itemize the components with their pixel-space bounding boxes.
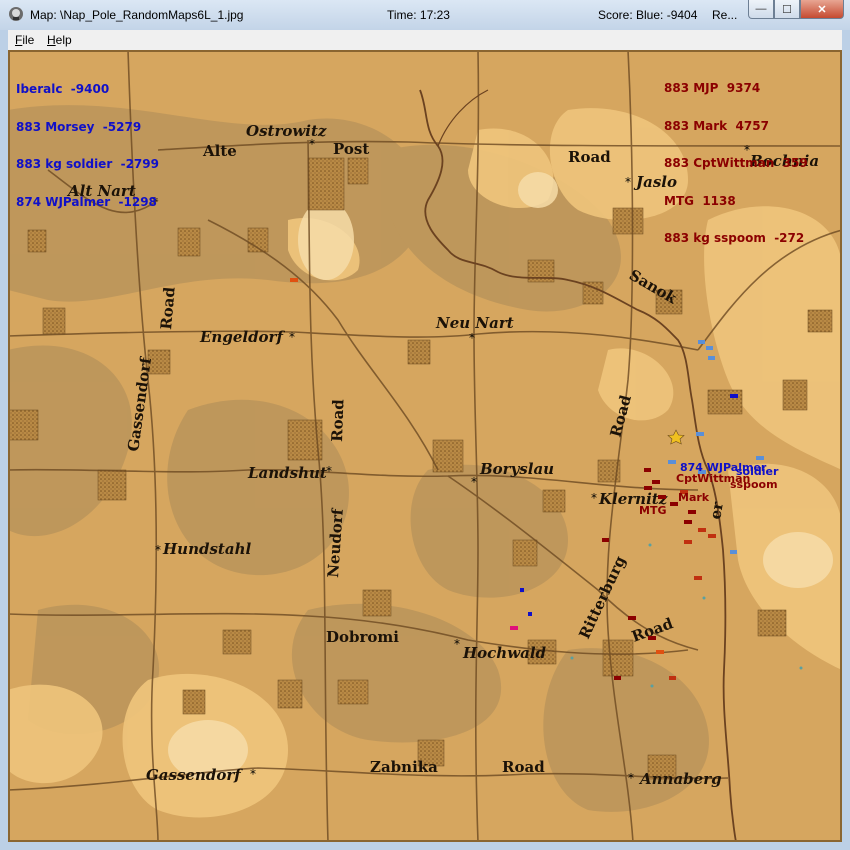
app-window: Map: \Nap_Pole_RandomMaps6L_1.jpg Time: … [0,0,850,850]
red-score-row: 883 CptWittman 359 [664,156,808,170]
unit-marker[interactable] [684,540,692,544]
unit-marker[interactable] [528,612,532,616]
unit-marker[interactable] [648,543,652,547]
title-truncated-text: Re... [712,8,738,22]
title-bar[interactable]: Map: \Nap_Pole_RandomMaps6L_1.jpg Time: … [0,0,850,30]
place-post: Post [333,140,369,158]
unit-marker[interactable] [658,495,666,499]
unit-marker[interactable] [730,550,737,554]
unit-marker[interactable] [644,486,652,490]
menu-file[interactable]: File [15,33,34,47]
place-boryslau: Boryslau [479,460,554,478]
minimize-icon: — [755,3,767,15]
place-hochwald: Hochwald [462,644,547,662]
town-marker-hochwald: * [454,637,460,651]
red-score-row: 883 kg sspoom -272 [664,231,805,245]
blue-score-row: 874 WJPalmer -1298 [16,194,157,209]
unit-marker[interactable] [708,534,716,538]
unit-marker[interactable] [614,676,621,680]
place-alte: Alte [202,142,237,160]
town-marker-boryslau: * [471,475,477,489]
town-marker-annaberg: * [628,771,634,785]
town-marker-landshut: * [326,464,332,478]
town-marker-gassendorf: * [250,767,256,781]
unit-marker[interactable] [696,432,704,436]
unit-marker[interactable] [648,636,656,640]
unit-marker[interactable] [730,394,738,398]
unit-marker[interactable] [570,656,574,660]
unit-marker[interactable] [684,520,692,524]
menu-help-label: elp [55,33,72,47]
unit-marker[interactable] [694,576,702,580]
minimize-button[interactable]: — [748,0,774,19]
unit-marker[interactable] [510,626,518,630]
unit-label: sspoom [730,478,778,491]
menu-file-label: ile [22,33,35,47]
place-road-6: Road [502,758,545,776]
town-marker-hundstahl: * [155,543,161,557]
place-road-1: Road [568,148,611,166]
place-engeldorf: Engeldorf [199,328,285,346]
unit-marker[interactable] [668,460,676,464]
unit-marker[interactable] [628,616,636,620]
blue-score-row: Iberalc -9400 [16,82,110,96]
place-zabnika: Zabnika [370,758,438,776]
unit-marker[interactable] [706,346,713,350]
red-score-row: MTG 1138 [664,193,736,208]
maximize-button[interactable]: ☐ [774,0,800,19]
unit-marker[interactable] [688,510,696,514]
unit-label: MTG [639,504,666,517]
unit-marker[interactable] [708,356,715,360]
unit-marker[interactable] [652,480,660,484]
town-marker-jaslo: * [625,175,631,189]
unit-label: Mark [678,491,710,504]
unit-marker[interactable] [698,528,706,532]
blue-score-row: 883 Morsey -5279 [16,119,142,134]
game-score: Score: Blue: -9404 [598,8,698,22]
unit-marker[interactable] [698,340,705,344]
window-title: Map: \Nap_Pole_RandomMaps6L_1.jpg [30,8,244,22]
place-road-2: Road [157,286,179,331]
app-icon [9,7,23,21]
maximize-icon: ☐ [782,3,792,16]
unit-marker[interactable] [669,676,676,680]
place-dobromi: Dobromi [326,628,399,646]
unit-marker[interactable] [520,588,524,592]
red-team-scoreboard: 883 MJP 9374 883 Mark 4757 883 CptWittma… [664,57,808,270]
menu-bar: File Help [8,30,842,50]
unit-marker[interactable] [756,456,764,460]
red-score-row: 883 MJP 9374 [664,81,761,95]
place-neu-nart: Neu Nart [435,314,514,332]
blue-team-scoreboard: Iberalc -9400 883 Morsey -5279 883 kg so… [16,58,159,233]
place-road-3: Road [328,398,347,442]
blue-score-row: 883 kg soldier -2799 [16,157,159,171]
unit-marker[interactable] [602,538,609,542]
menu-help-accel: H [47,33,56,47]
town-marker-engeldorf: * [289,330,295,344]
unit-marker[interactable] [290,278,298,282]
window-controls: — ☐ ✕ [748,0,844,20]
unit-marker[interactable] [702,596,706,600]
unit-marker[interactable] [650,684,654,688]
unit-marker[interactable] [670,502,678,506]
place-gassendorf: Gassendorf [146,766,243,784]
town-marker-neu-nart: * [469,331,475,345]
map-canvas[interactable]: Ostrowitz Alte Post Road Bochnia Alt Nar… [8,50,842,842]
town-marker-klernitz: * [591,491,597,505]
game-time: Time: 17:23 [387,8,450,22]
place-annaberg: Annaberg [638,770,722,788]
close-icon: ✕ [817,3,827,16]
unit-marker[interactable] [644,468,651,472]
close-button[interactable]: ✕ [800,0,844,19]
unit-marker[interactable] [656,650,664,654]
place-landshut: Landshut [247,464,327,482]
menu-help[interactable]: Help [47,33,72,47]
red-score-row: 883 Mark 4757 [664,118,769,133]
place-hundstahl: Hundstahl [162,540,251,558]
unit-marker[interactable] [799,666,803,670]
town-marker-post: * [309,137,315,151]
